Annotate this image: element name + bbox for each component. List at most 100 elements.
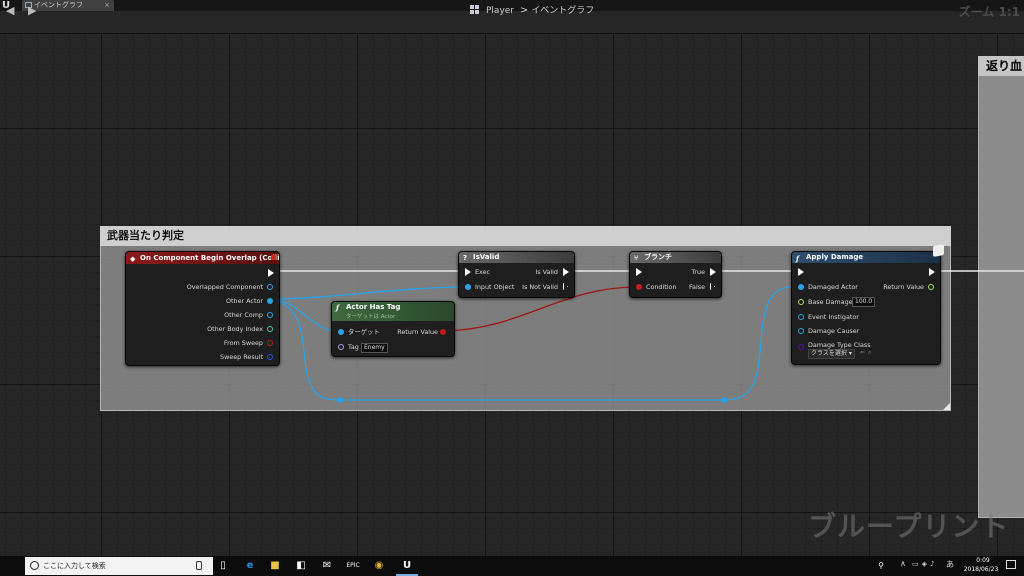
pin-input-object[interactable] [465,284,471,290]
pin-label-sweep-result: Sweep Result [220,353,263,361]
node-header[interactable]: ⑂ ブランチ [630,252,721,263]
pin-other-actor[interactable] [267,298,273,304]
browse-search-icon[interactable]: ⌕ [868,349,871,357]
event-diamond-icon: ◆ [130,255,136,263]
store-icon[interactable]: ◧ [294,559,308,573]
pin-sweep-result[interactable] [267,354,273,360]
exec-in-pin[interactable] [636,268,642,276]
people-icon[interactable]: ⚲ [874,559,888,573]
task-view-icon[interactable]: ▯ [216,559,230,573]
node-subtitle: ターゲットは Actor [346,314,396,320]
microphone-icon[interactable] [196,561,202,570]
chevron-down-icon: ▾ [848,350,852,357]
pin-label-from-sweep: From Sweep [223,339,263,347]
pin-label-is-not-valid: Is Not Valid [522,283,558,291]
pin-label-damage-causer: Damage Causer [808,327,860,335]
function-icon: ƒ [796,254,800,263]
edge-icon[interactable]: e [243,559,257,573]
comment-title-blood[interactable]: 返り血 [978,56,1024,76]
pin-label-tag: Tag [348,343,359,351]
pin-label-other-comp: Other Comp [224,311,263,319]
delegate-pin-icon[interactable] [271,255,276,260]
chrome-icon[interactable]: ◉ [372,559,386,573]
mail-icon[interactable]: ✉ [320,559,334,573]
damage-type-class-dropdown[interactable]: クラスを選択 ▾ [808,349,855,359]
node-header[interactable]: ƒ Actor Has Tag ターゲットは Actor [332,302,454,321]
search-icon [30,561,39,570]
clock-date[interactable]: 2018/06/23 [960,566,1002,573]
pin-condition[interactable] [636,284,642,290]
browse-arrow-icon[interactable]: ⇐ [860,349,865,356]
node-title: Apply Damage [806,253,864,261]
node-on-component-begin-overlap[interactable]: ◆ On Component Begin Overlap (Collision)… [125,251,280,366]
pin-label-other-body-index: Other Body Index [207,325,263,333]
breadcrumb-separator: > [519,5,529,16]
node-header[interactable]: ◆ On Component Begin Overlap (Collision) [126,252,279,264]
pin-tag[interactable] [338,344,344,350]
breadcrumb: Player > イベントグラフ [470,4,594,18]
unreal-editor-icon[interactable]: U [400,559,414,573]
blueprint-watermark: ブループリント [808,510,1010,543]
exec-out-is-valid[interactable] [563,268,569,276]
ime-indicator[interactable]: あ [946,559,954,570]
exec-in-pin[interactable] [798,268,804,276]
tab-label: イベントグラフ [34,1,83,9]
node-header[interactable]: ? IsValid [459,252,574,263]
taskbar-search-box[interactable]: ここに入力して検索 [25,557,213,575]
pin-return-value[interactable] [928,284,934,290]
node-header[interactable]: ƒ Apply Damage [792,252,940,263]
exec-out-false[interactable] [710,283,716,291]
exec-out-pin[interactable] [929,268,935,276]
epic-launcher-icon[interactable]: EPIC [346,559,360,573]
pin-other-comp[interactable] [267,312,273,318]
tab-close-icon[interactable]: × [104,0,110,11]
dropdown-value: クラスを選択 [811,350,847,357]
pin-label-damaged-actor: Damaged Actor [808,283,858,291]
comment-title-weapon-hit[interactable]: 武器当たり判定 [100,226,951,246]
pin-label-target: ターゲット [348,328,380,336]
pin-from-sweep[interactable] [267,340,273,346]
forward-arrow-icon[interactable]: ▶ [28,4,36,17]
node-is-valid[interactable]: ? IsValid Exec Is Valid Input Object Is … [458,251,575,298]
pin-target[interactable] [338,329,344,335]
node-actor-has-tag[interactable]: ƒ Actor Has Tag ターゲットは Actor ターゲット Retur… [331,301,455,357]
pin-label-condition: Condition [646,283,677,291]
exec-out-pin[interactable] [268,269,274,277]
node-title: On Component Begin Overlap (Collision) [140,254,280,262]
exec-out-is-not-valid[interactable] [563,283,569,291]
chevron-up-icon[interactable]: ∧ [900,559,906,568]
clock-time[interactable]: 0:09 [966,557,1000,564]
pin-label-base-damage: Base Damage [808,298,853,306]
pin-event-instigator[interactable] [798,314,804,320]
pin-label-overlapped-component: Overlapped Component [186,283,263,291]
base-damage-input[interactable]: 100.0 [852,297,876,307]
question-icon: ? [463,254,468,262]
branch-icon: ⑂ [634,254,639,262]
comment-resize-handle[interactable] [943,403,950,410]
node-title: IsValid [473,253,500,261]
pin-damage-type-class[interactable] [798,344,804,350]
node-branch[interactable]: ⑂ ブランチ True Condition False [629,251,722,298]
back-arrow-icon[interactable]: ◀ [6,4,14,17]
exec-out-true[interactable] [710,268,716,276]
tag-value-input[interactable]: Enemy [361,343,388,353]
pin-other-body-index[interactable] [267,326,273,332]
exec-in-pin[interactable] [465,268,471,276]
notification-icon[interactable] [1006,560,1016,569]
pin-return-value[interactable] [440,329,446,335]
breadcrumb-blueprint[interactable]: Player [486,6,514,16]
comment-box-blood[interactable] [978,56,1024,518]
pin-overlapped-component[interactable] [267,284,273,290]
pin-base-damage[interactable] [798,299,804,305]
pin-label-true: True [691,268,705,276]
node-title: ブランチ [644,253,672,261]
pin-damage-causer[interactable] [798,328,804,334]
node-apply-damage[interactable]: ƒ Apply Damage Damaged Actor Return Valu… [791,251,941,365]
system-tray-icons[interactable]: ▭◈♪ [912,560,937,568]
pin-damaged-actor[interactable] [798,284,804,290]
pin-label-exec: Exec [475,268,491,276]
file-explorer-icon[interactable]: ■ [268,559,282,573]
pin-label-event-instigator: Event Instigator [808,313,859,321]
function-icon: ƒ [336,303,340,312]
breadcrumb-graph[interactable]: イベントグラフ [531,6,594,16]
